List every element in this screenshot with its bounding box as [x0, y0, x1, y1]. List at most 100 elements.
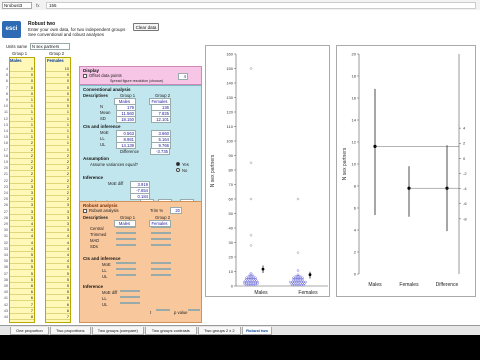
- group2-cell[interactable]: 1: [46, 147, 70, 153]
- group2-cell[interactable]: 6: [46, 295, 70, 302]
- sheet-tab[interactable]: Two proportions: [49, 327, 91, 335]
- group1-cell[interactable]: 1: [10, 109, 34, 116]
- group1-cell[interactable]: 1: [10, 116, 34, 122]
- group1-cell[interactable]: 6: [10, 295, 34, 302]
- group2-cell[interactable]: 10: [46, 66, 70, 72]
- group2-cell[interactable]: 3: [46, 215, 70, 221]
- group1-cell[interactable]: 7: [10, 302, 34, 308]
- group1-cell[interactable]: 2: [10, 159, 34, 165]
- group1-cell[interactable]: 5: [10, 264, 34, 271]
- formula-input[interactable]: 155: [46, 2, 476, 9]
- group1-cell[interactable]: 1: [10, 128, 34, 134]
- sheet-tab[interactable]: One proportion: [10, 327, 49, 335]
- group2-cell[interactable]: 3: [46, 209, 70, 215]
- group1-cell[interactable]: 4: [10, 227, 34, 234]
- group1-cell[interactable]: 2: [10, 165, 34, 172]
- group1-cell[interactable]: 2: [10, 147, 34, 153]
- group1-cell[interactable]: 5: [10, 277, 34, 283]
- group1-cell[interactable]: 6: [10, 283, 34, 289]
- no-radio[interactable]: [176, 168, 180, 172]
- offset-checkbox[interactable]: [83, 74, 87, 78]
- group1-cell[interactable]: 4: [10, 221, 34, 227]
- group1-cell[interactable]: 3: [10, 202, 34, 209]
- units-name-field[interactable]: N sex partners: [30, 43, 70, 50]
- sheet-tab[interactable]: Two groups (compare): [91, 327, 144, 335]
- group1-cell[interactable]: 3: [10, 184, 34, 190]
- sheet-tab[interactable]: Two groups 2 x 2: [197, 327, 241, 335]
- group2-cell[interactable]: 2: [46, 184, 70, 190]
- group2-cell[interactable]: 4: [46, 240, 70, 246]
- group2-cell[interactable]: 2: [46, 178, 70, 184]
- group2-cell[interactable]: 4: [46, 233, 70, 240]
- group1-cell[interactable]: 2: [10, 153, 34, 159]
- group2-cell[interactable]: 4: [46, 246, 70, 252]
- group2-cell[interactable]: 4: [46, 252, 70, 258]
- group2-cell[interactable]: 2: [46, 159, 70, 165]
- group1-cell[interactable]: 8: [10, 314, 34, 320]
- group2-cell[interactable]: 2: [46, 190, 70, 196]
- group1-cell[interactable]: 0: [10, 85, 34, 91]
- group2-cell[interactable]: 1: [46, 128, 70, 134]
- group2-cell[interactable]: 0: [46, 85, 70, 91]
- group2-cell[interactable]: 7: [46, 314, 70, 320]
- group2-cell[interactable]: 1: [46, 122, 70, 128]
- group2-cell[interactable]: 0: [46, 103, 70, 110]
- group2-cell[interactable]: 3: [46, 221, 70, 227]
- group1-cell[interactable]: 1: [10, 97, 34, 103]
- group2-cell[interactable]: 1: [46, 134, 70, 141]
- group1-cell[interactable]: 2: [10, 140, 34, 147]
- group2-cell[interactable]: 1: [46, 140, 70, 147]
- group2-cell[interactable]: 4: [46, 258, 70, 265]
- group1-cell[interactable]: 5: [10, 258, 34, 265]
- group2-cell[interactable]: 1: [46, 109, 70, 116]
- group1-cell[interactable]: 0: [10, 66, 34, 72]
- group2-cell[interactable]: 2: [46, 171, 70, 178]
- group2-cell[interactable]: 5: [46, 271, 70, 277]
- display-value[interactable]: 4: [178, 73, 188, 80]
- group2-cell[interactable]: 0: [46, 72, 70, 79]
- group1-cell[interactable]: 5: [10, 252, 34, 258]
- group2-cell[interactable]: 5: [46, 283, 70, 289]
- group1-cell[interactable]: 4: [10, 233, 34, 240]
- robust-checkbox[interactable]: [83, 209, 87, 213]
- group2-cell[interactable]: 5: [46, 277, 70, 283]
- group1-cell[interactable]: 3: [10, 209, 34, 215]
- sheet-tab[interactable]: Robust two: [242, 327, 272, 335]
- group2-cell[interactable]: 1: [46, 116, 70, 122]
- yes-radio[interactable]: [176, 162, 180, 166]
- group1-cell[interactable]: 1: [10, 134, 34, 141]
- group2-cell[interactable]: 2: [46, 165, 70, 172]
- group1-cell[interactable]: 2: [10, 178, 34, 184]
- group2-cell[interactable]: 0: [46, 91, 70, 97]
- sheet-tab[interactable]: Two groups contrasts: [144, 327, 197, 335]
- group1-cell[interactable]: 0: [10, 78, 34, 85]
- group2-cell[interactable]: 6: [46, 302, 70, 308]
- row-number: 42: [3, 302, 8, 307]
- group2-cell[interactable]: 5: [46, 264, 70, 271]
- group2-cell[interactable]: 6: [46, 308, 70, 314]
- group1-cell[interactable]: 7: [10, 308, 34, 314]
- name-box[interactable]: Nrobust3: [2, 2, 32, 9]
- trim-value[interactable]: 20: [170, 207, 182, 214]
- group1-cell[interactable]: 5: [10, 271, 34, 277]
- group2-cell[interactable]: 3: [46, 202, 70, 209]
- group1-cell[interactable]: 0: [10, 72, 34, 79]
- group2-cell[interactable]: 2: [46, 196, 70, 203]
- group1-cell[interactable]: 1: [10, 103, 34, 110]
- group1-cell[interactable]: 2: [10, 171, 34, 178]
- group2-cell[interactable]: 5: [46, 289, 70, 296]
- group2-cell[interactable]: 3: [46, 227, 70, 234]
- group1-cell[interactable]: 3: [10, 215, 34, 221]
- group1-cell[interactable]: 4: [10, 246, 34, 252]
- group1-cell[interactable]: 0: [10, 91, 34, 97]
- y-tick-label: 12: [352, 139, 357, 144]
- group2-cell[interactable]: 2: [46, 153, 70, 159]
- clear-data-button[interactable]: Clear data: [133, 23, 159, 31]
- group1-cell[interactable]: 3: [10, 196, 34, 203]
- group1-cell[interactable]: 3: [10, 190, 34, 196]
- group2-cell[interactable]: 0: [46, 78, 70, 85]
- group1-cell[interactable]: 6: [10, 289, 34, 296]
- group1-cell[interactable]: 4: [10, 240, 34, 246]
- group2-cell[interactable]: 0: [46, 97, 70, 103]
- group1-cell[interactable]: 1: [10, 122, 34, 128]
